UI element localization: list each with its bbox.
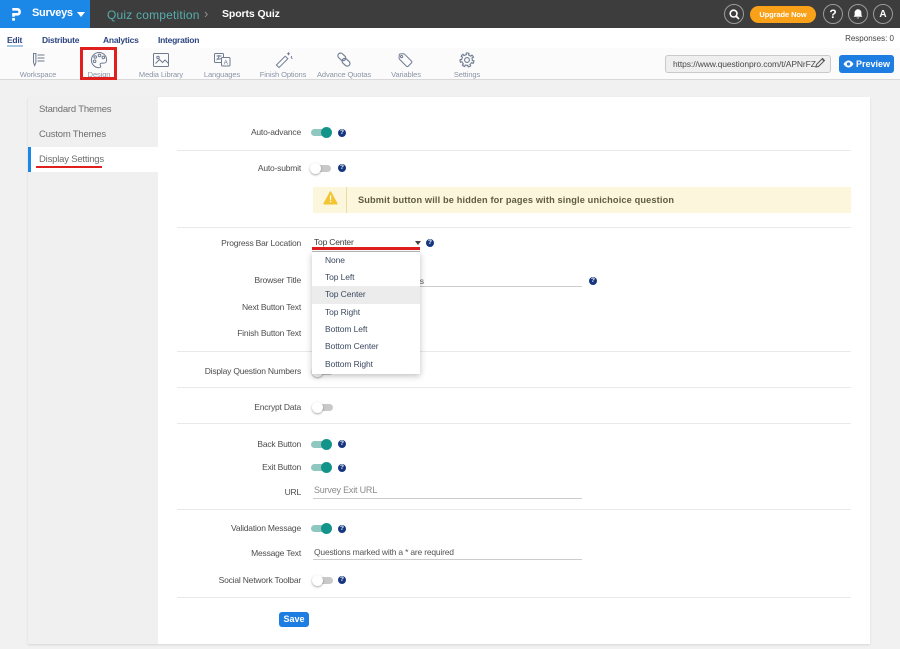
- svg-text:A: A: [224, 60, 229, 67]
